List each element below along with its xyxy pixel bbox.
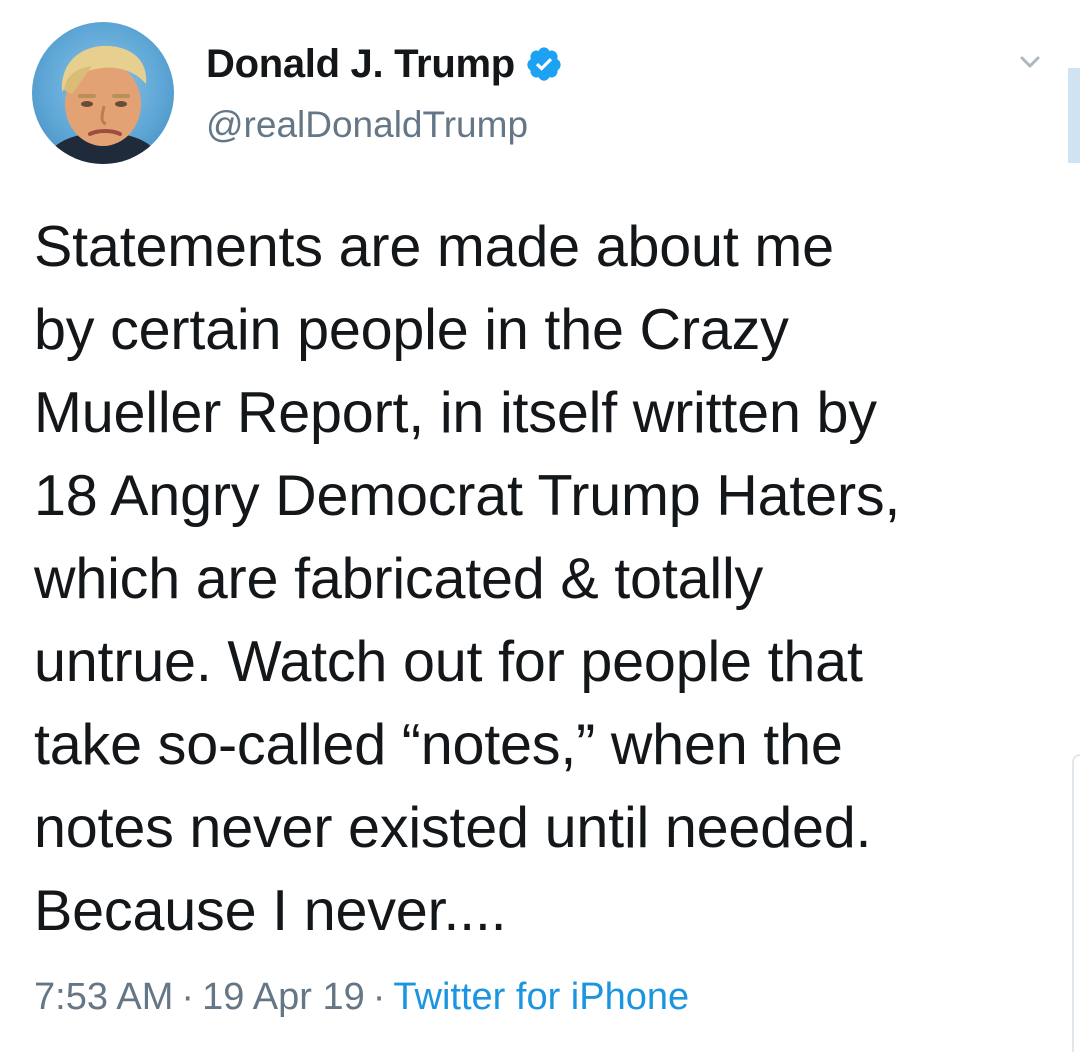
- tweet-text-line: Mueller Report, in itself written by: [34, 381, 877, 445]
- meta-separator: ·: [181, 976, 195, 1018]
- chevron-down-icon[interactable]: [1010, 48, 1050, 78]
- author-handle[interactable]: @realDonaldTrump: [206, 104, 528, 146]
- tweet-text-line: untrue. Watch out for people that: [34, 630, 863, 694]
- verified-badge-icon: [525, 45, 563, 83]
- tweet-text-line: notes never existed until needed.: [34, 796, 872, 860]
- tweet-text-line: which are fabricated & totally: [34, 547, 764, 611]
- meta-separator: ·: [372, 976, 386, 1018]
- author-name-row[interactable]: Donald J. Trump: [206, 38, 563, 90]
- tweet-date[interactable]: 19 Apr 19: [202, 976, 365, 1018]
- avatar-image: [42, 45, 164, 164]
- author-display-name[interactable]: Donald J. Trump: [206, 42, 515, 87]
- tweet-text: Statements are made about me by certain …: [34, 206, 1054, 953]
- tweet-text-line: take so-called “notes,” when the: [34, 713, 843, 777]
- tweet-text-line: by certain people in the Crazy: [34, 298, 789, 362]
- tweet-text-line: Because I never....: [34, 879, 507, 943]
- author-avatar[interactable]: [32, 22, 174, 164]
- scrollbar-thumb[interactable]: [1068, 68, 1080, 163]
- tweet-card: Donald J. Trump @realDonaldTrump Stateme…: [0, 0, 1080, 1052]
- tweet-source-link[interactable]: Twitter for iPhone: [393, 976, 689, 1018]
- tweet-text-line: Statements are made about me: [34, 215, 834, 279]
- tweet-meta: 7:53 AM · 19 Apr 19 · Twitter for iPhone: [34, 972, 689, 1022]
- tweet-text-line: 18 Angry Democrat Trump Haters,: [34, 464, 901, 528]
- tweet-time[interactable]: 7:53 AM: [34, 976, 173, 1018]
- adjacent-card-edge: [1072, 754, 1080, 1052]
